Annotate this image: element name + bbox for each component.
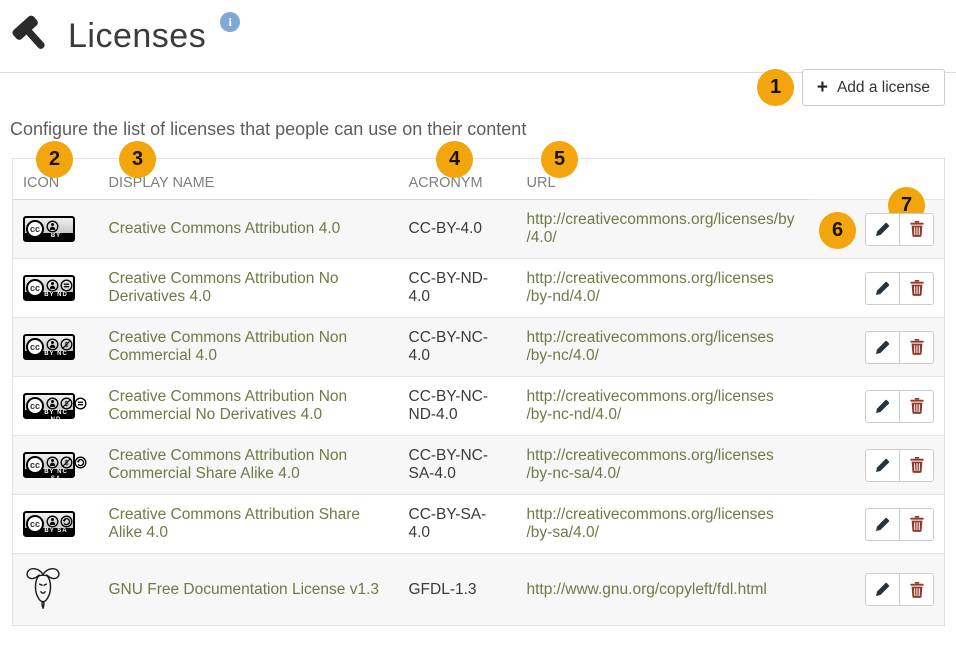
license-url-link[interactable]: http://creativecommons.org/licenses/by-n…: [527, 270, 774, 305]
license-icon-cell: ccBY: [13, 200, 99, 259]
trash-icon: [910, 221, 924, 237]
cc-by-sa-badge: ccBY SA: [23, 511, 75, 537]
pencil-icon: [875, 340, 890, 355]
add-license-button[interactable]: + Add a license: [802, 69, 945, 106]
table-row: cc$BY NC Creative Commons Attribution Non…: [13, 318, 945, 377]
license-name-link[interactable]: Creative Commons Attribution Non Commerc…: [109, 329, 348, 364]
license-url-link[interactable]: http://creativecommons.org/licenses/by-n…: [527, 388, 774, 423]
licenses-admin-page: Licenses i + Add a license Configure the…: [0, 0, 956, 668]
row-action-buttons: [865, 390, 934, 423]
edit-license-button[interactable]: [865, 331, 900, 364]
cc-by-badge: ccBY: [23, 216, 75, 242]
cc-by-nc-nd-badge: cc$BY NC ND: [23, 393, 75, 419]
delete-license-button[interactable]: [899, 508, 934, 541]
edit-license-button[interactable]: [865, 213, 900, 246]
page-header: Licenses i: [0, 0, 956, 62]
license-acronym: CC-BY-SA-4.0: [399, 495, 517, 554]
license-name-link[interactable]: Creative Commons Attribution No Derivati…: [109, 270, 339, 305]
license-acronym: CC-BY-4.0: [399, 200, 517, 259]
license-url-link[interactable]: http://creativecommons.org/licenses/by-n…: [527, 447, 774, 482]
add-license-button-label: Add a license: [837, 79, 930, 97]
license-name-link[interactable]: GNU Free Documentation License v1.3: [109, 581, 380, 598]
callout-1: 1: [757, 69, 794, 106]
cc-by-nc-badge: cc$BY NC: [23, 334, 75, 360]
license-url-link[interactable]: http://creativecommons.org/licenses/by-n…: [527, 329, 774, 364]
cc-by-nc-sa-badge: cc$BY NC SA: [23, 452, 75, 478]
license-name-link[interactable]: Creative Commons Attribution Share Alike…: [109, 506, 361, 541]
callout-2: 2: [36, 141, 73, 178]
license-name-link[interactable]: Creative Commons Attribution Non Commerc…: [109, 447, 348, 482]
license-acronym: CC-BY-ND-4.0: [399, 259, 517, 318]
trash-icon: [910, 516, 924, 532]
license-url-link[interactable]: http://www.gnu.org/copyleft/fdl.html: [527, 581, 767, 598]
row-action-buttons: [865, 272, 934, 305]
license-icon-cell: cc$BY NC SA: [13, 436, 99, 495]
trash-icon: [910, 280, 924, 296]
edit-license-button[interactable]: [865, 449, 900, 482]
info-icon[interactable]: i: [220, 12, 240, 32]
table-row: cc$BY NC SA Creative Commons Attribution …: [13, 436, 945, 495]
delete-license-button[interactable]: [899, 213, 934, 246]
delete-license-button[interactable]: [899, 573, 934, 606]
callout-4: 4: [436, 141, 473, 178]
license-name-link[interactable]: Creative Commons Attribution 4.0: [109, 220, 341, 237]
license-url-link[interactable]: http://creativecommons.org/licenses/by/4…: [527, 211, 795, 246]
license-name-link[interactable]: Creative Commons Attribution Non Commerc…: [109, 388, 348, 423]
pencil-icon: [875, 517, 890, 532]
pencil-icon: [875, 399, 890, 414]
trash-icon: [910, 457, 924, 473]
plus-icon: +: [817, 78, 828, 97]
license-url-link[interactable]: http://creativecommons.org/licenses/by-s…: [527, 506, 774, 541]
table-row: ccBY Creative Commons Attribution 4.0 CC-B…: [13, 200, 945, 259]
license-icon-cell: ccBY SA: [13, 495, 99, 554]
row-action-buttons: [865, 449, 934, 482]
licenses-table: ICONDISPLAY NAMEACRONYMURL ccBYCreative …: [12, 158, 945, 626]
license-icon-cell: [13, 554, 99, 626]
license-icon-cell: ccBY ND: [13, 259, 99, 318]
trash-icon: [910, 582, 924, 598]
pencil-icon: [875, 281, 890, 296]
callout-6: 6: [819, 212, 856, 249]
gnu-head-icon: [23, 596, 63, 613]
table-row: GNU Free Documentation License v1.3 GFDL-…: [13, 554, 945, 626]
license-acronym: GFDL-1.3: [399, 554, 517, 626]
callout-3: 3: [119, 141, 156, 178]
edit-license-button[interactable]: [865, 272, 900, 305]
pencil-icon: [875, 458, 890, 473]
row-action-buttons: [865, 213, 934, 246]
license-acronym: CC-BY-NC-4.0: [399, 318, 517, 377]
edit-license-button[interactable]: [865, 508, 900, 541]
callout-5: 5: [541, 141, 578, 178]
table-row: ccBY ND Creative Commons Attribution No D…: [13, 259, 945, 318]
license-acronym: CC-BY-NC-ND-4.0: [399, 377, 517, 436]
cc-by-nd-badge: ccBY ND: [23, 275, 75, 301]
trash-icon: [910, 339, 924, 355]
table-row: ccBY SA Creative Commons Attribution Shar…: [13, 495, 945, 554]
pencil-icon: [875, 222, 890, 237]
page-title: Licenses: [68, 17, 206, 56]
delete-license-button[interactable]: [899, 331, 934, 364]
license-acronym: CC-BY-NC-SA-4.0: [399, 436, 517, 495]
license-icon-cell: cc$BY NC ND: [13, 377, 99, 436]
license-icon-cell: cc$BY NC: [13, 318, 99, 377]
trash-icon: [910, 398, 924, 414]
delete-license-button[interactable]: [899, 449, 934, 482]
row-action-buttons: [865, 573, 934, 606]
table-row: cc$BY NC ND Creative Commons Attribution …: [13, 377, 945, 436]
gavel-icon: [8, 14, 54, 58]
delete-license-button[interactable]: [899, 272, 934, 305]
edit-license-button[interactable]: [865, 573, 900, 606]
edit-license-button[interactable]: [865, 390, 900, 423]
row-action-buttons: [865, 331, 934, 364]
row-action-buttons: [865, 508, 934, 541]
delete-license-button[interactable]: [899, 390, 934, 423]
pencil-icon: [875, 582, 890, 597]
